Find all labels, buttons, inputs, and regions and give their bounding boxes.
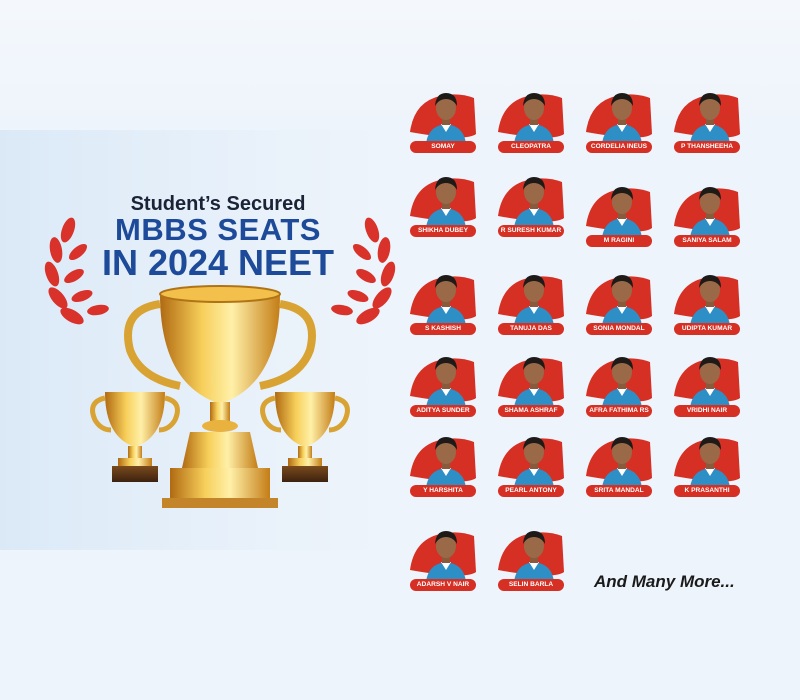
student-photo: [426, 177, 466, 228]
student-photo: [426, 531, 466, 582]
laurel-left-icon: [44, 217, 109, 325]
student-card: M RAGINI: [582, 182, 656, 252]
student-name: PEARL ANTONY: [498, 485, 564, 497]
and-many-more-text: And Many More...: [594, 572, 735, 591]
student-card: SHAMA ASHRAF: [494, 352, 568, 422]
student-name: SHAMA ASHRAF: [498, 405, 564, 417]
student-name: SHIKHA DUBEY: [410, 225, 476, 237]
laurel-right-icon: [331, 217, 396, 325]
student-photo: [690, 93, 730, 144]
student-photo: [690, 437, 730, 488]
student-name: K PRASANTHI: [674, 485, 740, 497]
student-card: CLEOPATRA: [494, 88, 568, 158]
student-card: SANIYA SALAM: [670, 182, 744, 252]
student-photo: [426, 357, 466, 408]
student-photo: [602, 187, 642, 238]
student-photo: [602, 93, 642, 144]
student-photo: [514, 177, 554, 228]
student-name: CLEOPATRA: [498, 141, 564, 153]
small-trophy-right-icon: [260, 392, 350, 482]
student-name: TANUJA DAS: [498, 323, 564, 335]
small-trophy-left-icon: [90, 392, 180, 482]
student-name: UDIPTA KUMAR: [674, 323, 740, 335]
student-card: TANUJA DAS: [494, 270, 568, 340]
student-name: VRIDHI NAIR: [674, 405, 740, 417]
student-name: AFRA FATHIMA RS: [586, 405, 652, 417]
student-name: CORDELIA INEUS: [586, 141, 652, 153]
student-card: ADARSH V NAIR: [406, 526, 480, 596]
student-name: R SURESH KUMAR: [498, 225, 564, 237]
student-photo: [426, 93, 466, 144]
student-name: SOMAY: [410, 141, 476, 153]
student-name: SONIA MONDAL: [586, 323, 652, 335]
student-card: CORDELIA INEUS: [582, 88, 656, 158]
student-card: P THANSHEEHA: [670, 88, 744, 158]
student-name: ADITYA SUNDER: [410, 405, 476, 417]
student-name: SRITA MANDAL: [586, 485, 652, 497]
student-card: S KASHISH: [406, 270, 480, 340]
student-photo: [690, 357, 730, 408]
student-name: ADARSH V NAIR: [410, 579, 476, 591]
student-photo: [602, 437, 642, 488]
student-photo: [514, 531, 554, 582]
student-card: ADITYA SUNDER: [406, 352, 480, 422]
student-card: SHIKHA DUBEY: [406, 172, 480, 242]
student-photo: [426, 437, 466, 488]
student-card: UDIPTA KUMAR: [670, 270, 744, 340]
student-photo: [690, 275, 730, 326]
student-photo: [602, 357, 642, 408]
student-card: SONIA MONDAL: [582, 270, 656, 340]
student-photo: [514, 437, 554, 488]
student-name: M RAGINI: [586, 235, 652, 247]
student-card: SELIN BARLA: [494, 526, 568, 596]
student-name: SANIYA SALAM: [674, 235, 740, 247]
student-photo: [514, 275, 554, 326]
student-photo: [514, 93, 554, 144]
student-card: AFRA FATHIMA RS: [582, 352, 656, 422]
student-photo: [426, 275, 466, 326]
student-name: P THANSHEEHA: [674, 141, 740, 153]
student-card: K PRASANTHI: [670, 432, 744, 502]
student-photo: [690, 187, 730, 238]
student-card: SRITA MANDAL: [582, 432, 656, 502]
student-photo: [602, 275, 642, 326]
student-name: SELIN BARLA: [498, 579, 564, 591]
student-name: Y HARSHITA: [410, 485, 476, 497]
student-photo: [514, 357, 554, 408]
student-card: PEARL ANTONY: [494, 432, 568, 502]
student-card: Y HARSHITA: [406, 432, 480, 502]
trophy-illustration: [44, 217, 396, 508]
student-card: R SURESH KUMAR: [494, 172, 568, 242]
student-name: S KASHISH: [410, 323, 476, 335]
student-card: VRIDHI NAIR: [670, 352, 744, 422]
student-card: SOMAY: [406, 88, 480, 158]
